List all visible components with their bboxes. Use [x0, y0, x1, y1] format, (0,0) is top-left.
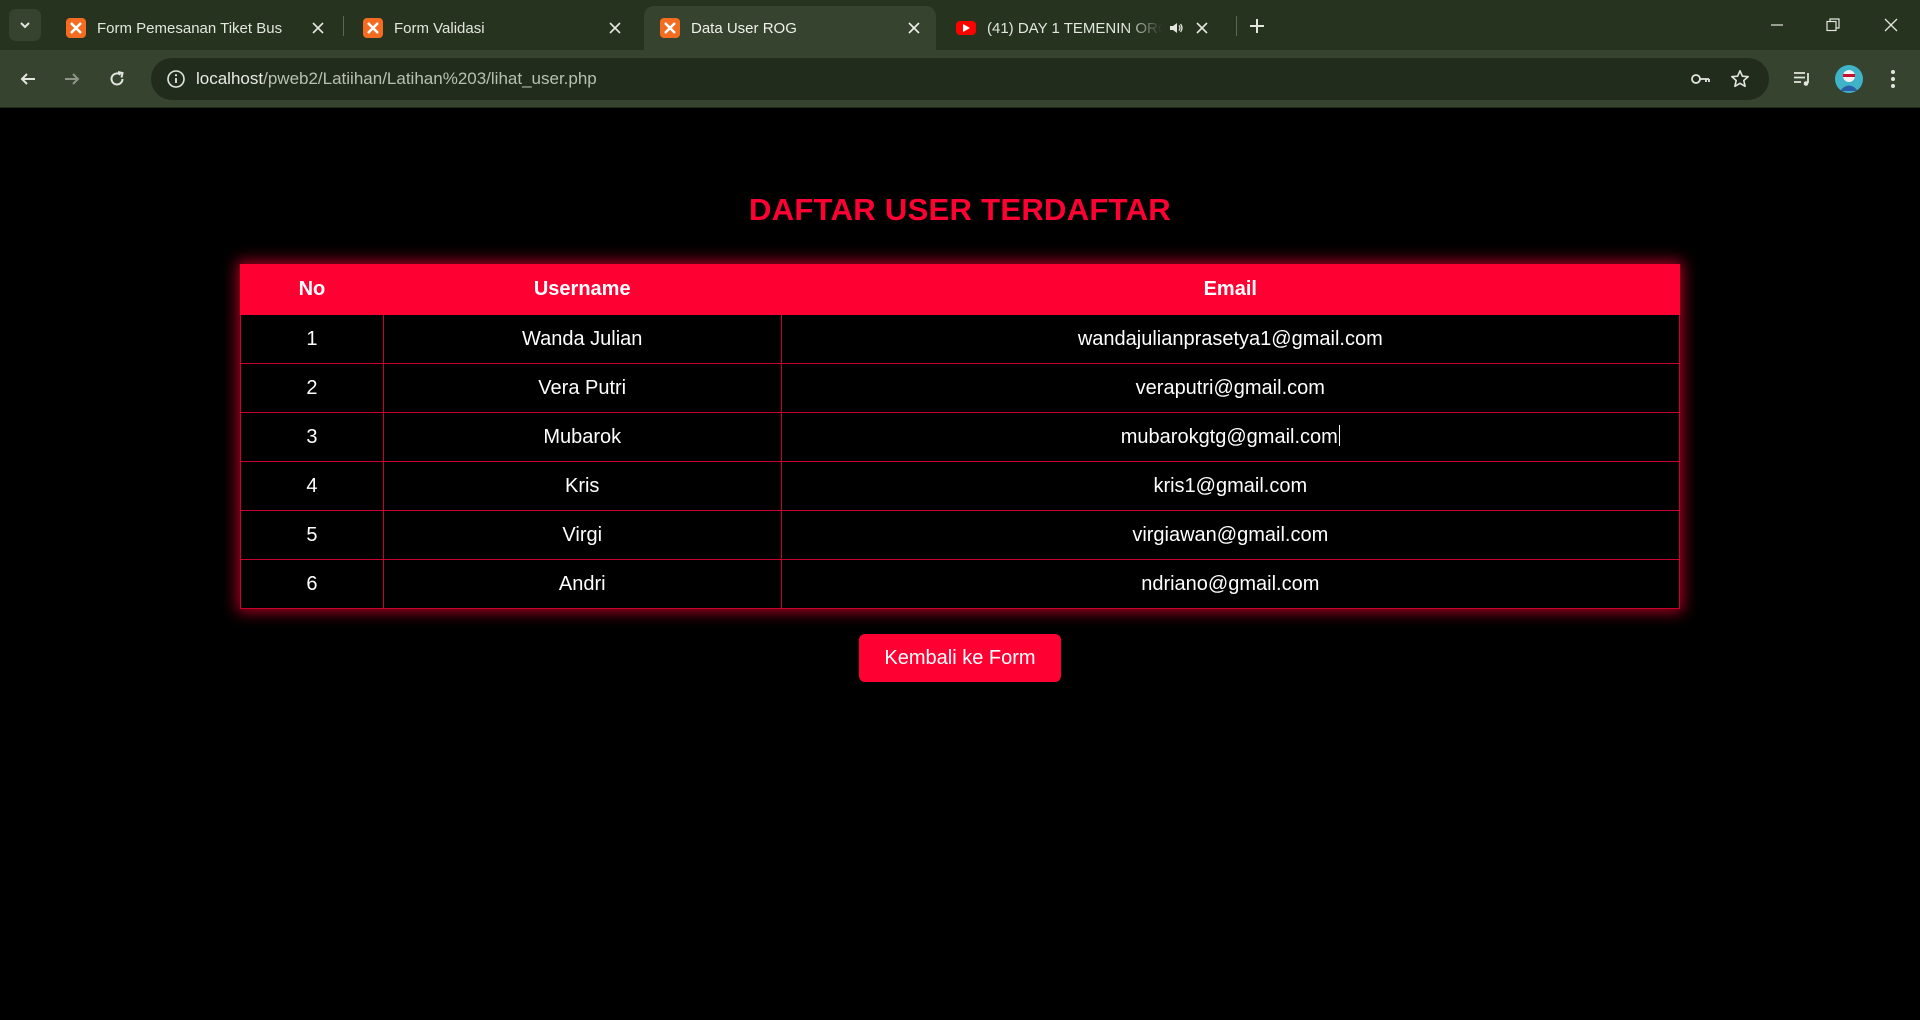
tab-title: (41) DAY 1 TEMENIN ORG YANG: [987, 19, 1162, 37]
browser-menu-button[interactable]: [1877, 63, 1909, 95]
url-path: /pweb2/Latiihan/Latihan%203/lihat_user.p…: [263, 69, 597, 88]
close-icon[interactable]: [605, 18, 625, 38]
arrow-left-icon: [20, 73, 35, 85]
cell-no: 4: [240, 461, 384, 511]
cell-username: Wanda Julian: [382, 314, 782, 364]
page-title: DAFTAR USER TERDAFTAR: [749, 192, 1171, 227]
table-row: 3 Mubarok mubarokgtg@gmail.com: [240, 412, 1681, 462]
bookmark-star-icon[interactable]: [1725, 64, 1755, 94]
minimize-icon: [1771, 24, 1783, 26]
tab-form-validasi[interactable]: Form Validasi: [347, 6, 637, 50]
cell-email: ndriano@gmail.com: [780, 559, 1681, 609]
text-cursor: [1338, 425, 1340, 446]
cell-username: Vera Putri: [382, 363, 782, 413]
close-icon[interactable]: [1192, 18, 1212, 38]
address-bar[interactable]: localhost/pweb2/Latiihan/Latihan%203/lih…: [151, 58, 1769, 100]
media-control-button[interactable]: [1786, 63, 1818, 95]
more-vertical-icon: [1891, 70, 1895, 88]
table-row: 6 Andri ndriano@gmail.com: [240, 559, 1681, 609]
close-icon: [1884, 18, 1898, 32]
forward-nav-button[interactable]: [56, 63, 88, 95]
cell-no: 6: [240, 559, 384, 609]
profile-avatar[interactable]: [1835, 65, 1863, 93]
close-window-button[interactable]: [1876, 10, 1906, 40]
cell-email: mubarokgtg@gmail.com: [780, 412, 1681, 462]
cell-no: 3: [240, 412, 384, 462]
tab-divider: [1236, 16, 1237, 36]
close-icon[interactable]: [904, 18, 924, 38]
reload-button[interactable]: [101, 63, 133, 95]
cell-username: Mubarok: [382, 412, 782, 462]
chevron-down-icon: [20, 22, 30, 29]
arrow-right-icon: [65, 73, 80, 85]
xampp-icon: [660, 18, 680, 38]
key-icon[interactable]: [1685, 64, 1715, 94]
cell-username: Virgi: [382, 510, 782, 560]
cell-email: wandajulianprasetya1@gmail.com: [780, 314, 1681, 364]
browser-toolbar: localhost/pweb2/Latiihan/Latihan%203/lih…: [0, 50, 1920, 108]
reload-icon: [110, 71, 124, 86]
cell-no: 1: [240, 314, 384, 364]
tab-data-user-rog[interactable]: Data User ROG: [644, 6, 936, 50]
xampp-icon: [363, 18, 383, 38]
table-row: 2 Vera Putri veraputri@gmail.com: [240, 363, 1681, 413]
restore-icon: [1826, 18, 1840, 32]
youtube-icon: [956, 21, 976, 35]
cell-no: 5: [240, 510, 384, 560]
tab-title: Form Pemesanan Tiket Bus: [97, 19, 283, 37]
table-row: 4 Kris kris1@gmail.com: [240, 461, 1681, 511]
cell-no: 2: [240, 363, 384, 413]
cell-username: Andri: [382, 559, 782, 609]
table-row: 1 Wanda Julian wandajulianprasetya1@gmai…: [240, 314, 1681, 364]
new-tab-button[interactable]: [1244, 13, 1270, 39]
url-host: localhost: [196, 69, 264, 88]
cell-email: veraputri@gmail.com: [780, 363, 1681, 413]
plus-icon: [1250, 19, 1264, 33]
back-nav-button[interactable]: [12, 63, 44, 95]
back-to-form-button[interactable]: Kembali ke Form: [859, 634, 1061, 682]
header-no: No: [240, 264, 384, 315]
cell-email: virgiawan@gmail.com: [780, 510, 1681, 560]
tab-search-button[interactable]: [9, 9, 41, 41]
queue-music-icon: [1794, 72, 1809, 86]
cell-email: kris1@gmail.com: [780, 461, 1681, 511]
tab-youtube[interactable]: (41) DAY 1 TEMENIN ORG YANG: [940, 6, 1233, 50]
cell-username: Kris: [382, 461, 782, 511]
tab-divider: [343, 16, 344, 36]
user-table-container: No Username Email 1 Wanda Julian wandaju…: [240, 264, 1681, 609]
cell-email-text: mubarokgtg@gmail.com: [1120, 426, 1338, 448]
header-username: Username: [382, 264, 782, 315]
xampp-icon: [66, 18, 86, 38]
site-info-icon[interactable]: [161, 64, 191, 94]
table-header-row: No Username Email: [240, 264, 1681, 315]
speaker-icon[interactable]: [1168, 20, 1184, 36]
header-email: Email: [780, 264, 1681, 315]
tab-form-pemesanan[interactable]: Form Pemesanan Tiket Bus: [50, 6, 340, 50]
tab-title: Data User ROG: [691, 19, 797, 37]
browser-tab-bar: Form Pemesanan Tiket Bus Form Validasi D…: [0, 0, 1920, 50]
restore-button[interactable]: [1818, 10, 1848, 40]
minimize-button[interactable]: [1762, 10, 1792, 40]
table-row: 5 Virgi virgiawan@gmail.com: [240, 510, 1681, 560]
close-icon[interactable]: [308, 18, 328, 38]
tab-title: Form Validasi: [394, 19, 485, 37]
url-text[interactable]: localhost/pweb2/Latiihan/Latihan%203/lih…: [196, 69, 597, 89]
user-table: No Username Email 1 Wanda Julian wandaju…: [240, 264, 1681, 609]
